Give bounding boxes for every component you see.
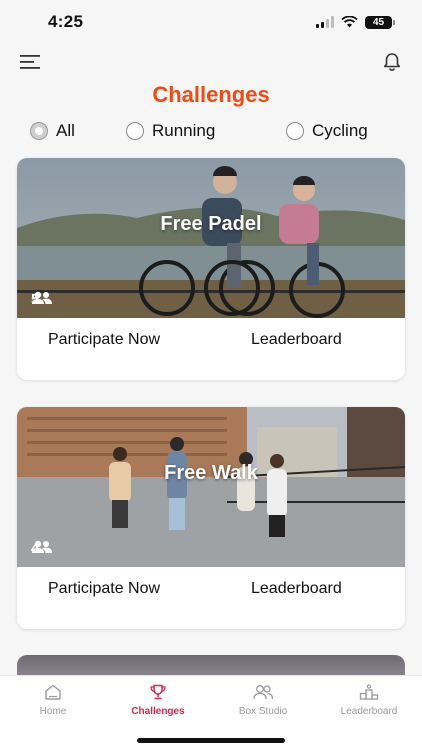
tab-home[interactable]: Home	[8, 684, 98, 717]
status-bar: 4:25 45	[0, 0, 422, 44]
card-actions: Participate Now Leaderboard	[17, 318, 405, 380]
home-icon	[45, 684, 61, 700]
home-indicator	[137, 738, 285, 743]
filter-all[interactable]: All	[30, 121, 75, 141]
card-actions: Participate Now Leaderboard	[17, 567, 405, 629]
menu-icon[interactable]	[19, 53, 43, 71]
participants-count: 4	[31, 540, 52, 557]
filter-running[interactable]: Running	[126, 121, 215, 141]
tab-label: Home	[39, 706, 67, 717]
signal-icon	[316, 16, 334, 28]
leaderboard-button[interactable]: Leaderboard	[251, 580, 342, 598]
tab-challenges[interactable]: Challenges	[113, 684, 203, 717]
tab-label: Leaderboard	[340, 706, 398, 717]
filter-label: All	[56, 121, 75, 140]
tab-leaderboard[interactable]: Leaderboard	[324, 684, 414, 717]
page-title: Challenges	[152, 82, 270, 107]
filter-cycling[interactable]: Cycling	[286, 121, 368, 141]
podium-icon	[359, 684, 379, 700]
challenge-card[interactable]: Free Walk 4 Participate Now Leaderboard	[17, 407, 405, 629]
challenge-image: Free Padel 5	[17, 158, 405, 318]
filter-label: Cycling	[312, 121, 368, 140]
radio-icon[interactable]	[286, 122, 304, 140]
leaderboard-button[interactable]: Leaderboard	[251, 331, 342, 349]
users-icon	[253, 685, 274, 700]
users-icon	[32, 540, 52, 553]
users-icon	[32, 291, 52, 304]
battery-icon: 45	[365, 15, 395, 29]
status-icons: 45	[316, 15, 395, 29]
participate-now-button[interactable]: Participate Now	[48, 331, 160, 349]
tab-label: Box Studio	[238, 706, 288, 717]
challenge-title: Free Walk	[164, 462, 258, 484]
tab-box-studio[interactable]: Box Studio	[218, 684, 308, 717]
participants-count: 5	[31, 291, 52, 308]
participate-now-button[interactable]: Participate Now	[48, 580, 160, 598]
challenge-card[interactable]: Free Padel 5 Participate Now Leaderboard	[17, 158, 405, 380]
wifi-icon	[341, 16, 358, 28]
trophy-icon	[150, 684, 166, 700]
tab-label: Challenges	[131, 706, 185, 717]
radio-icon[interactable]	[126, 122, 144, 140]
challenge-filters: All Running Cycling	[0, 121, 422, 143]
challenge-image: Free Walk 4	[17, 407, 405, 567]
bell-icon[interactable]	[381, 51, 403, 73]
status-time: 4:25	[48, 12, 84, 31]
radio-selected-icon[interactable]	[30, 122, 48, 140]
filter-label: Running	[152, 121, 216, 140]
challenge-title: Free Padel	[160, 213, 262, 235]
